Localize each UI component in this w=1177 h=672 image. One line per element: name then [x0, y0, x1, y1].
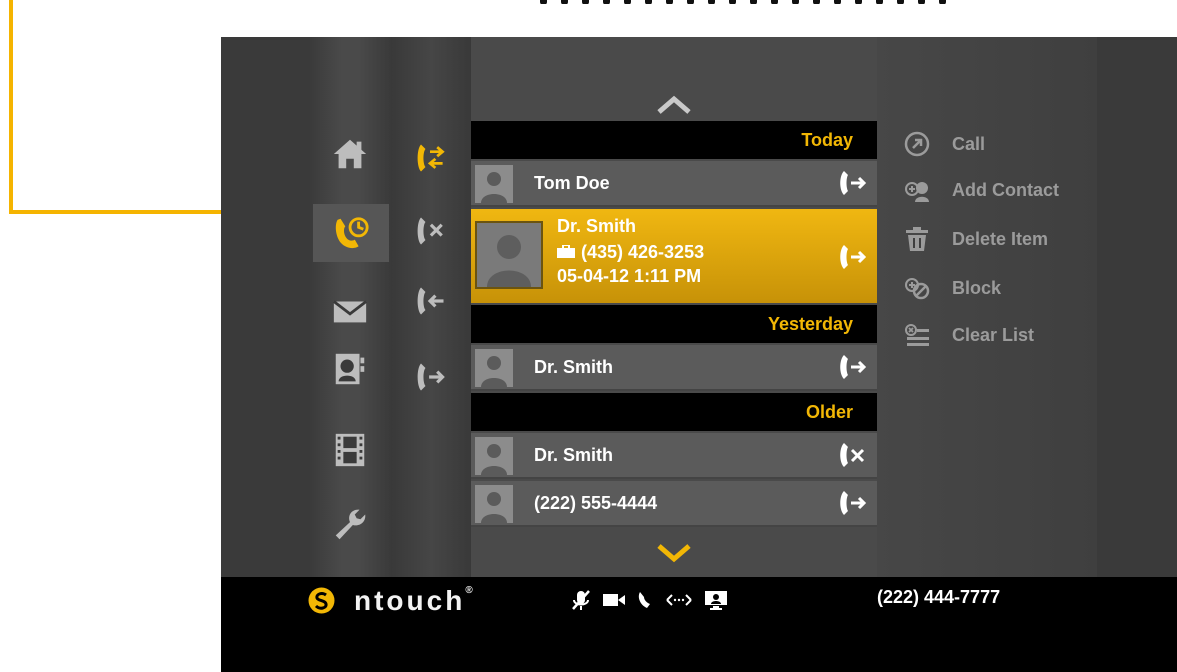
block-button[interactable]: Block: [904, 273, 1001, 303]
cropped-caption-text: [540, 0, 1000, 4]
home-icon: [333, 139, 367, 169]
scroll-up-chevron-icon[interactable]: [657, 95, 691, 115]
missed-calls-icon: [417, 217, 443, 245]
add-contact-button[interactable]: Add Contact: [904, 175, 1059, 205]
group-header-today: Today: [471, 121, 877, 159]
callout-line-vertical: [9, 0, 13, 214]
clear-list-icon: [905, 324, 929, 346]
person-silhouette-icon: [481, 356, 507, 387]
filter-incoming-calls[interactable]: [401, 277, 459, 325]
call-name: Dr. Smith: [534, 445, 614, 465]
avatar: [475, 349, 513, 387]
outgoing-call-icon: [840, 355, 867, 379]
sorenson-logo-icon: [308, 587, 335, 614]
call-name: Dr. Smith: [534, 357, 614, 377]
envelope-icon: [332, 300, 368, 323]
nav-home[interactable]: [319, 130, 381, 178]
call-row-dr-smith-yesterday[interactable]: Dr. Smith: [471, 345, 877, 391]
nav-call-history[interactable]: [313, 204, 389, 262]
my-phone-number: (222) 444-7777: [877, 587, 1001, 607]
call-row-dr-smith-older[interactable]: Dr. Smith: [471, 433, 877, 479]
call-history-icon: [335, 217, 369, 249]
filter-missed-calls[interactable]: [401, 207, 459, 255]
monitor-icon: [705, 591, 727, 610]
missed-call-icon: [840, 443, 865, 467]
nav-messages[interactable]: [319, 287, 381, 335]
delete-item-button[interactable]: Delete Item: [904, 224, 1048, 254]
call-button[interactable]: Call: [904, 129, 985, 159]
brand-logo-text: ntouch®: [354, 585, 473, 616]
group-header-older: Older: [471, 393, 877, 431]
mic-muted-icon: [572, 590, 590, 610]
filter-all-calls[interactable]: [401, 134, 459, 182]
nav-contacts[interactable]: [319, 345, 381, 393]
block-label: Block: [952, 277, 1002, 298]
person-silhouette-icon: [481, 172, 507, 203]
nav-videos[interactable]: [319, 426, 381, 474]
scroll-down-chevron-icon[interactable]: [657, 543, 691, 563]
avatar: [475, 165, 513, 203]
nav-settings[interactable]: [319, 500, 381, 548]
phone-icon: [638, 592, 650, 608]
call-name: Dr. Smith: [557, 216, 637, 236]
wrench-icon: [335, 509, 366, 540]
call-row-dr-smith-selected[interactable]: Dr. Smith (435) 426-3253 05-04-12 1:11 P…: [471, 209, 877, 303]
avatar: [475, 485, 513, 523]
delete-item-label: Delete Item: [952, 228, 1049, 249]
avatar: [475, 437, 513, 475]
block-contact-icon: [905, 278, 930, 300]
call-datetime: 05-04-12 1:11 PM: [557, 266, 702, 286]
incoming-calls-icon: [417, 287, 444, 315]
video-camera-icon: [603, 594, 625, 606]
person-silhouette-icon: [481, 492, 507, 523]
action-column: [877, 37, 1097, 577]
outgoing-call-icon: [840, 245, 867, 269]
network-icon: [666, 594, 692, 606]
status-bar: ntouch® (222) 444-7777: [221, 577, 1177, 672]
filter-outgoing-calls[interactable]: [401, 353, 459, 401]
device-screen: Today Tom Doe Dr. Smith (435) 426-3253 0…: [221, 37, 1177, 672]
clear-list-label: Clear List: [952, 324, 1035, 345]
outgoing-calls-icon: [417, 363, 445, 391]
call-name: (222) 555-4444: [534, 493, 658, 513]
contacts-icon: [335, 353, 365, 385]
call-label: Call: [952, 133, 986, 154]
call-row-unknown-number[interactable]: (222) 555-4444: [471, 481, 877, 527]
call-phone-number: (435) 426-3253: [581, 242, 705, 262]
avatar: [475, 221, 543, 289]
group-header-yesterday: Yesterday: [471, 305, 877, 343]
call-name: Tom Doe: [534, 173, 610, 193]
add-contact-icon: [905, 182, 929, 202]
person-silhouette-icon: [487, 235, 531, 287]
outgoing-call-icon: [840, 491, 867, 515]
trash-icon: [906, 227, 928, 251]
call-circle-icon: [904, 131, 930, 157]
outgoing-call-icon: [840, 171, 867, 195]
all-calls-icon: [417, 144, 445, 172]
film-icon: [335, 433, 365, 467]
person-silhouette-icon: [481, 444, 507, 475]
clear-list-button[interactable]: Clear List: [904, 320, 1034, 350]
add-contact-label: Add Contact: [952, 179, 1059, 200]
call-row-tom-doe[interactable]: Tom Doe: [471, 161, 877, 207]
